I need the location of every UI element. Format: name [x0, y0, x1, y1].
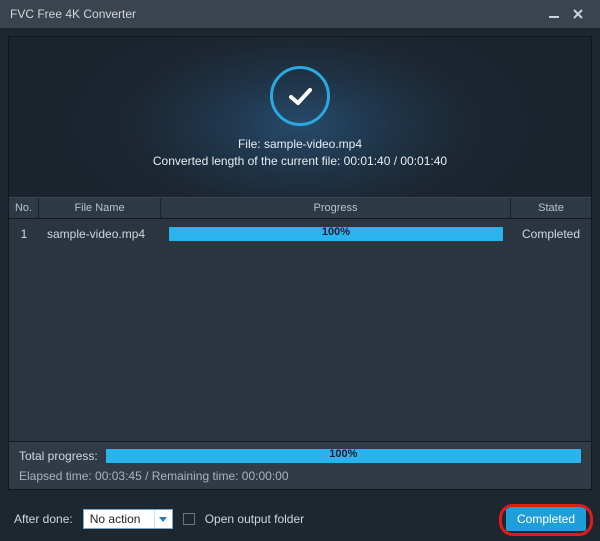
- status-hero: File: sample-video.mp4 Converted length …: [9, 37, 591, 197]
- footer-bar: After done: No action Open output folder…: [0, 498, 600, 540]
- table-row: 1 sample-video.mp4 100% Completed: [9, 219, 591, 249]
- total-progress-pct: 100%: [106, 448, 581, 460]
- after-done-select[interactable]: No action: [83, 509, 173, 529]
- total-progress-label: Total progress:: [19, 449, 98, 463]
- cell-no: 1: [9, 227, 39, 241]
- totals-panel: Total progress: 100% Elapsed time: 00:03…: [9, 441, 591, 489]
- after-done-label: After done:: [14, 512, 73, 526]
- cell-state: Completed: [511, 227, 591, 241]
- cell-progress: 100%: [161, 227, 511, 241]
- total-progress-bar: 100%: [106, 449, 581, 463]
- open-output-label: Open output folder: [205, 512, 304, 526]
- completed-button-label: Completed: [517, 512, 575, 526]
- row-progress-pct: 100%: [169, 226, 503, 238]
- cell-name: sample-video.mp4: [39, 227, 161, 241]
- close-button[interactable]: [566, 8, 590, 20]
- empty-table-area: [9, 249, 591, 441]
- col-file-name: File Name: [39, 198, 161, 218]
- table-header: No. File Name Progress State: [9, 197, 591, 219]
- col-state: State: [511, 198, 591, 218]
- chevron-down-icon: [154, 510, 172, 528]
- hero-file-label: File: sample-video.mp4: [238, 137, 362, 151]
- minimize-button[interactable]: [542, 8, 566, 20]
- elapsed-remaining: Elapsed time: 00:03:45 / Remaining time:…: [19, 469, 581, 483]
- success-check-icon: [270, 66, 330, 126]
- titlebar: FVC Free 4K Converter: [0, 0, 600, 28]
- after-done-value: No action: [90, 512, 141, 526]
- app-title: FVC Free 4K Converter: [10, 7, 136, 21]
- col-progress: Progress: [161, 198, 511, 218]
- content-panel: File: sample-video.mp4 Converted length …: [8, 36, 592, 490]
- completed-button[interactable]: Completed: [506, 507, 586, 531]
- col-no: No.: [9, 198, 39, 218]
- hero-converted-line: Converted length of the current file: 00…: [153, 154, 447, 168]
- open-output-checkbox[interactable]: [183, 513, 195, 525]
- row-progress-bar: 100%: [169, 227, 503, 241]
